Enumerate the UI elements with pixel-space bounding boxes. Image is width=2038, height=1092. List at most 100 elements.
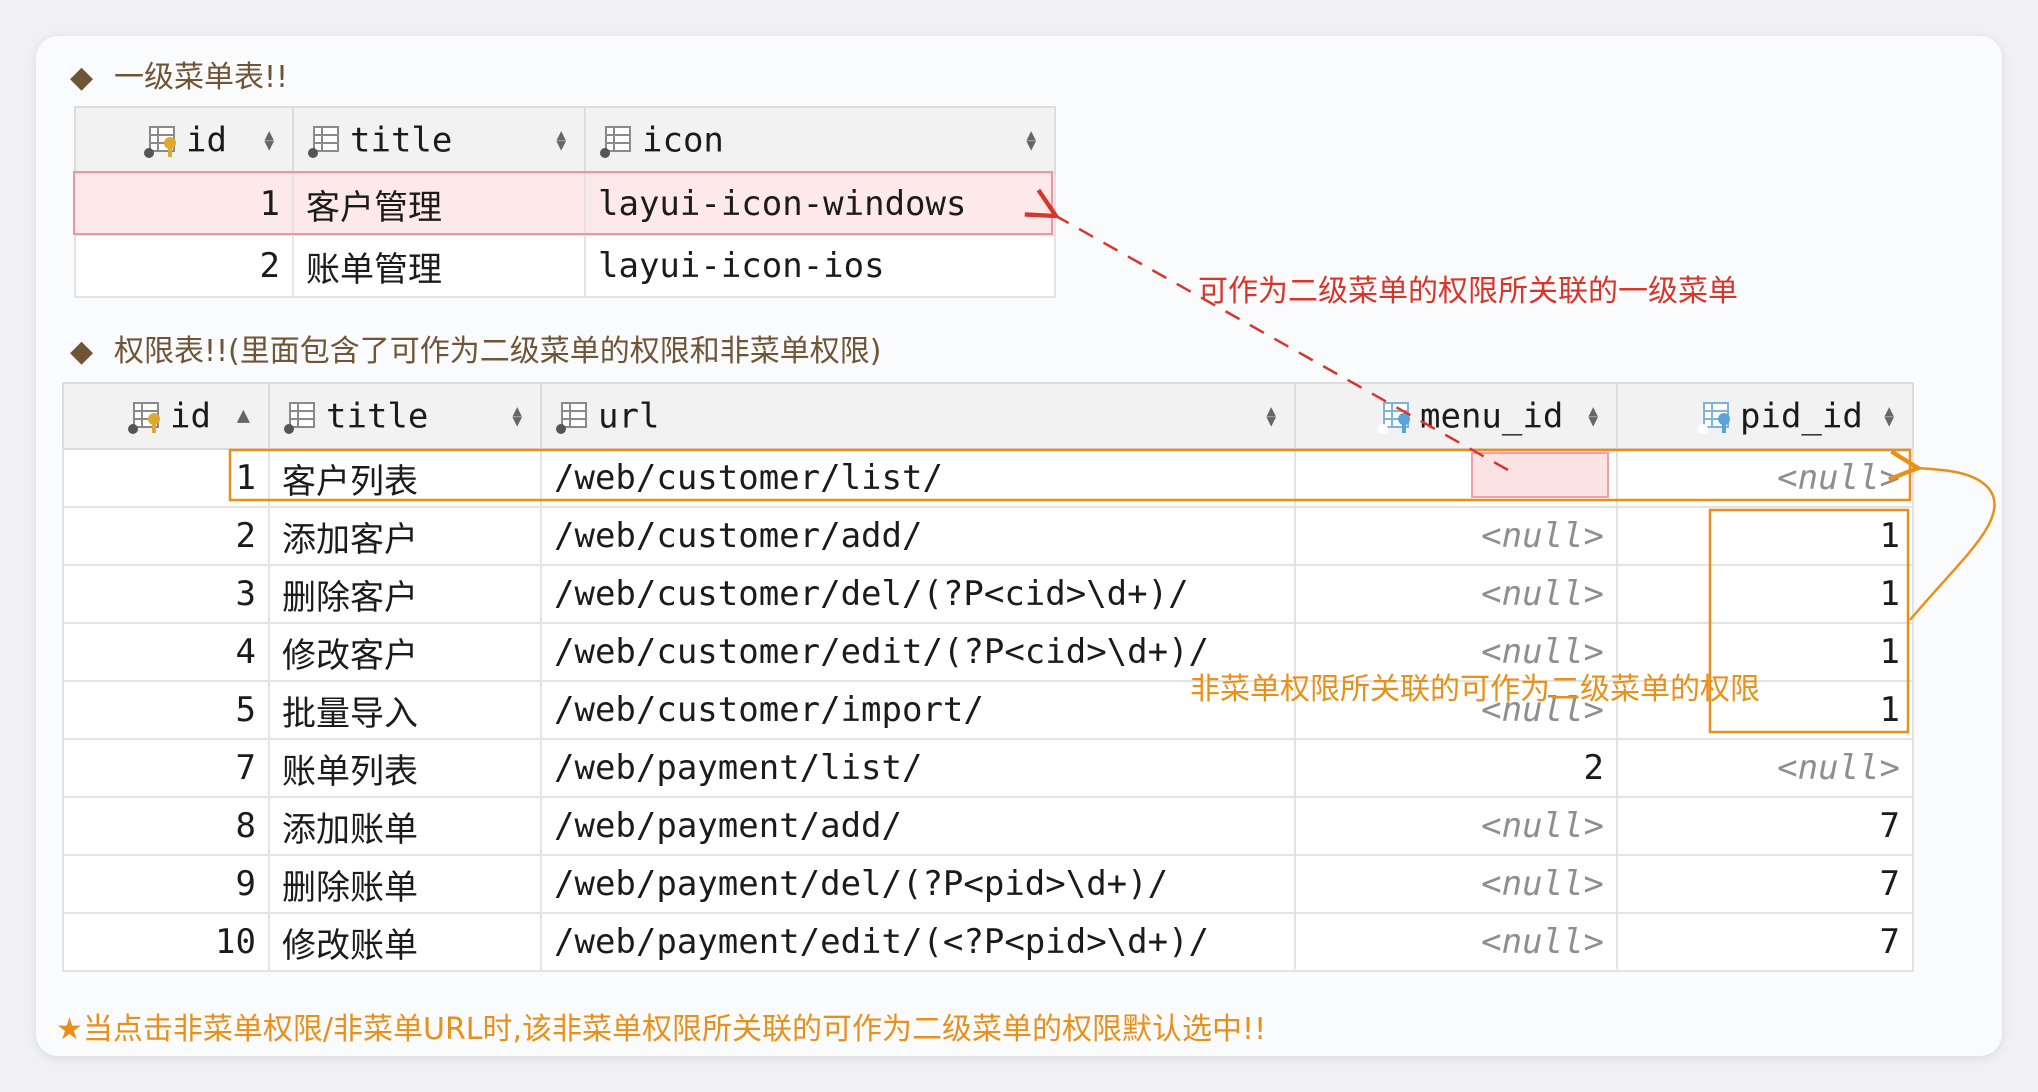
perm-col-url-label: url bbox=[598, 396, 660, 437]
menu-col-title-header[interactable]: title ▲ ▼ bbox=[292, 106, 586, 174]
perm-cell-id[interactable]: 9 bbox=[62, 854, 270, 914]
menu-col-icon-label: icon bbox=[642, 120, 724, 161]
perm-cell-pid-id[interactable]: 7 bbox=[1616, 796, 1914, 856]
table-row[interactable]: 1 客户管理 layui-icon-windows bbox=[74, 172, 1056, 236]
menu-cell-icon[interactable]: layui-icon-ios bbox=[584, 234, 1056, 298]
menu-cell-title[interactable]: 客户管理 bbox=[292, 172, 586, 236]
perm-cell-title[interactable]: 修改客户 bbox=[268, 622, 542, 682]
perm-cell-title[interactable]: 添加账单 bbox=[268, 796, 542, 856]
perm-col-pid-id-header[interactable]: pid_id ▲ ▼ bbox=[1616, 382, 1914, 450]
sort-toggle-icon[interactable]: ▲ ▼ bbox=[1884, 403, 1894, 429]
menu-cell-icon[interactable]: layui-icon-windows bbox=[584, 172, 1056, 236]
pid-link-annotation: 非菜单权限所关联的可作为二级菜单的权限 bbox=[1190, 672, 1760, 707]
sort-toggle-icon[interactable]: ▲ ▼ bbox=[264, 127, 274, 153]
perm-cell-url[interactable]: /web/customer/add/ bbox=[540, 506, 1296, 566]
table-row[interactable]: 7 账单列表/web/payment/list/2 <null> bbox=[62, 738, 1914, 798]
perm-cell-pid-id[interactable]: 1 bbox=[1616, 506, 1914, 566]
perm-cell-pid-id[interactable]: 7 bbox=[1616, 912, 1914, 972]
perm-cell-id[interactable]: 7 bbox=[62, 738, 270, 798]
perm-cell-menu-id[interactable]: <null> bbox=[1294, 854, 1618, 914]
menu-table-heading-text: 一级菜单表!! bbox=[114, 60, 289, 95]
primary-key-icon bbox=[126, 399, 162, 435]
perm-col-id-label: id bbox=[170, 396, 211, 437]
table-row[interactable]: 9 删除账单/web/payment/del/(?P<pid>\d+)/<null… bbox=[62, 854, 1914, 914]
menu-table-header-row: id ▲ ▼ title ▲ ▼ icon ▲ ▼ bbox=[74, 106, 1056, 174]
perm-cell-url[interactable]: /web/payment/list/ bbox=[540, 738, 1296, 798]
column-icon bbox=[306, 123, 342, 159]
perm-cell-id[interactable]: 1 bbox=[62, 448, 270, 508]
sort-ascending-icon[interactable]: ▲ bbox=[237, 405, 250, 427]
perm-cell-menu-id[interactable]: <null> bbox=[1294, 796, 1618, 856]
perm-cell-title[interactable]: 修改账单 bbox=[268, 912, 542, 972]
menu-table: id ▲ ▼ title ▲ ▼ icon ▲ ▼ 1 客户管理 layui-icon-w… bbox=[74, 106, 1056, 298]
perm-col-menu-id-header[interactable]: menu_id ▲ ▼ bbox=[1294, 382, 1618, 450]
permission-table-heading: ◆ 权限表!!(里面包含了可作为二级菜单的权限和非菜单权限) bbox=[70, 326, 881, 370]
menu-cell-id[interactable]: 2 bbox=[74, 234, 294, 298]
perm-cell-title[interactable]: 添加客户 bbox=[268, 506, 542, 566]
menu-cell-id[interactable]: 1 bbox=[74, 172, 294, 236]
perm-cell-menu-id[interactable]: 1 bbox=[1294, 448, 1618, 508]
menu-table-heading: ◆ 一级菜单表!! bbox=[70, 52, 288, 96]
perm-cell-url[interactable]: /web/customer/list/ bbox=[540, 448, 1296, 508]
sort-toggle-icon[interactable]: ▲ ▼ bbox=[1266, 403, 1276, 429]
primary-key-icon bbox=[142, 123, 178, 159]
perm-cell-pid-id[interactable]: 7 bbox=[1616, 854, 1914, 914]
table-row[interactable]: 1 客户列表/web/customer/list/1 <null> bbox=[62, 448, 1914, 508]
perm-cell-menu-id[interactable]: <null> bbox=[1294, 912, 1618, 972]
menu-col-icon-header[interactable]: icon ▲ ▼ bbox=[584, 106, 1056, 174]
foreign-key-icon bbox=[1696, 399, 1732, 435]
perm-cell-menu-id[interactable]: 2 bbox=[1294, 738, 1618, 798]
sort-toggle-icon[interactable]: ▲ ▼ bbox=[512, 403, 522, 429]
perm-cell-url[interactable]: /web/customer/del/(?P<cid>\d+)/ bbox=[540, 564, 1296, 624]
menu-col-id-header[interactable]: id ▲ ▼ bbox=[74, 106, 294, 174]
sort-toggle-icon[interactable]: ▲ ▼ bbox=[1026, 127, 1036, 153]
perm-cell-pid-id[interactable]: <null> bbox=[1616, 448, 1914, 508]
table-row[interactable]: 8 添加账单/web/payment/add/<null> 7 bbox=[62, 796, 1914, 856]
footnote: ★当点击非菜单权限/非菜单URL时,该非菜单权限所关联的可作为二级菜单的权限默认… bbox=[56, 1012, 1267, 1047]
perm-cell-pid-id[interactable]: 1 bbox=[1616, 564, 1914, 624]
perm-col-pid-id-label: pid_id bbox=[1740, 396, 1863, 437]
perm-cell-id[interactable]: 5 bbox=[62, 680, 270, 740]
table-row[interactable]: 10 修改账单/web/payment/edit/(<?P<pid>\d+)/<n… bbox=[62, 912, 1914, 972]
perm-cell-pid-id[interactable]: <null> bbox=[1616, 738, 1914, 798]
foreign-key-icon bbox=[1376, 399, 1412, 435]
column-icon bbox=[554, 399, 590, 435]
sort-toggle-icon[interactable]: ▲ ▼ bbox=[556, 127, 566, 153]
perm-cell-id[interactable]: 8 bbox=[62, 796, 270, 856]
perm-cell-menu-id[interactable]: <null> bbox=[1294, 506, 1618, 566]
perm-cell-id[interactable]: 10 bbox=[62, 912, 270, 972]
perm-cell-title[interactable]: 账单列表 bbox=[268, 738, 542, 798]
menu-col-title-label: title bbox=[350, 120, 453, 161]
perm-cell-url[interactable]: /web/customer/import/ bbox=[540, 680, 1296, 740]
perm-cell-id[interactable]: 4 bbox=[62, 622, 270, 682]
perm-cell-url[interactable]: /web/payment/edit/(<?P<pid>\d+)/ bbox=[540, 912, 1296, 972]
diamond-bullet-icon: ◆ bbox=[70, 60, 94, 95]
perm-col-title-header[interactable]: title ▲ ▼ bbox=[268, 382, 542, 450]
perm-cell-menu-id[interactable]: <null> bbox=[1294, 564, 1618, 624]
column-icon bbox=[282, 399, 318, 435]
perm-cell-id[interactable]: 3 bbox=[62, 564, 270, 624]
menu-link-annotation: 可作为二级菜单的权限所关联的一级菜单 bbox=[1198, 274, 1738, 309]
table-row[interactable]: 2 添加客户/web/customer/add/<null> 1 bbox=[62, 506, 1914, 566]
perm-col-url-header[interactable]: url ▲ ▼ bbox=[540, 382, 1296, 450]
perm-cell-url[interactable]: /web/customer/edit/(?P<cid>\d+)/ bbox=[540, 622, 1296, 682]
perm-cell-id[interactable]: 2 bbox=[62, 506, 270, 566]
perm-cell-title[interactable]: 批量导入 bbox=[268, 680, 542, 740]
perm-cell-url[interactable]: /web/payment/del/(?P<pid>\d+)/ bbox=[540, 854, 1296, 914]
table-row[interactable]: 2 账单管理 layui-icon-ios bbox=[74, 234, 1056, 298]
perm-col-menu-id-label: menu_id bbox=[1420, 396, 1564, 437]
diamond-bullet-icon: ◆ bbox=[70, 334, 94, 369]
perm-cell-title[interactable]: 删除账单 bbox=[268, 854, 542, 914]
table-row[interactable]: 3 删除客户/web/customer/del/(?P<cid>\d+)/<nul… bbox=[62, 564, 1914, 624]
perm-col-id-header[interactable]: id ▲ bbox=[62, 382, 270, 450]
menu-col-id-label: id bbox=[186, 120, 227, 161]
column-icon bbox=[598, 123, 634, 159]
perm-cell-title[interactable]: 客户列表 bbox=[268, 448, 542, 508]
menu-cell-title[interactable]: 账单管理 bbox=[292, 234, 586, 298]
perm-cell-url[interactable]: /web/payment/add/ bbox=[540, 796, 1296, 856]
permission-table-header-row: id ▲ title ▲ ▼ url ▲ ▼ menu_id ▲ ▼ pid_id ▲… bbox=[62, 382, 1914, 450]
perm-cell-title[interactable]: 删除客户 bbox=[268, 564, 542, 624]
perm-col-title-label: title bbox=[326, 396, 429, 437]
permission-table-heading-text: 权限表!!(里面包含了可作为二级菜单的权限和非菜单权限) bbox=[114, 334, 882, 369]
sort-toggle-icon[interactable]: ▲ ▼ bbox=[1588, 403, 1598, 429]
